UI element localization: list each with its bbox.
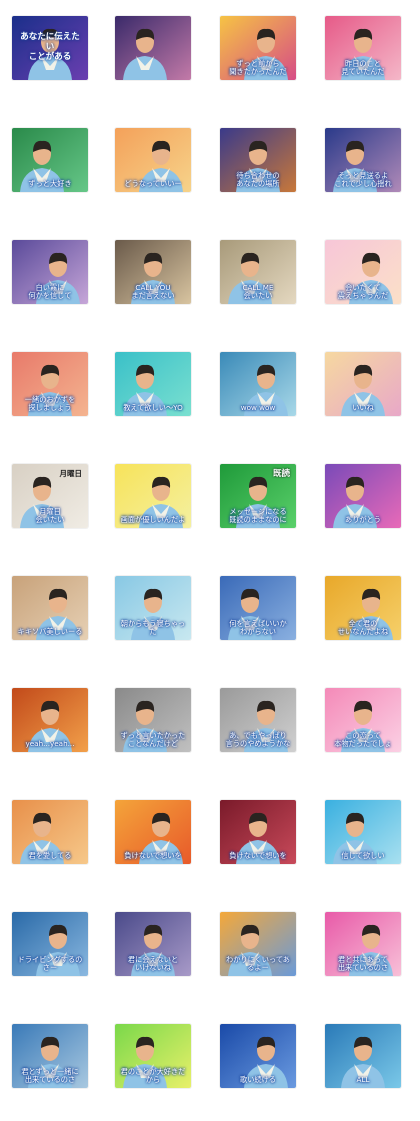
sticker-35[interactable]: わかりにくいってあるよー bbox=[220, 912, 296, 976]
sticker-34[interactable]: 君に会えないと いけないね bbox=[115, 912, 191, 976]
sticker-caption: どうなっていいー bbox=[124, 179, 182, 188]
sticker-2[interactable] bbox=[115, 16, 191, 80]
sticker-caption: yeah...yeah... bbox=[25, 739, 75, 748]
sticker-caption: キキソバ美しいーる bbox=[17, 627, 83, 636]
calendar-label: 月曜日 bbox=[59, 469, 83, 478]
sticker-4[interactable]: 昨日のこと 見ていたんだ bbox=[325, 16, 401, 80]
sticker-caption: 教えて欲しい～YO bbox=[123, 403, 183, 412]
sticker-grid: あなたに伝えたい ことがあるずっと前から 聞きたかったんだ 昨日のこと 見ていたん… bbox=[0, 0, 420, 1121]
sticker-20[interactable]: ありがとう bbox=[325, 464, 401, 528]
sticker-16[interactable]: いいね bbox=[325, 352, 401, 416]
sticker-18[interactable]: 画面が優しいんだよ bbox=[115, 464, 191, 528]
sticker-caption: 君とずっと一緒に 出来ているのさ bbox=[21, 1067, 79, 1084]
sticker-caption: 歌い続ける bbox=[240, 1075, 276, 1084]
sticker-caption: わかりにくいってあるよー bbox=[226, 955, 290, 972]
sticker-8[interactable]: そっと見送るよ これで少し心揺れ bbox=[325, 128, 401, 192]
sticker-1[interactable]: あなたに伝えたい ことがある bbox=[12, 16, 88, 80]
sticker-13[interactable]: 一緒のおかずを 探しましょう bbox=[12, 352, 88, 416]
sticker-caption: CALL ME 会いたい bbox=[242, 283, 274, 300]
sticker-caption: 何を言えばいいか わからない bbox=[229, 619, 287, 636]
sticker-caption: 君のことが大好きだから bbox=[120, 1067, 186, 1084]
sticker-caption: ずっと大好き bbox=[28, 179, 72, 188]
sticker-caption: 会いたくて 震えちゃうんだ bbox=[337, 283, 389, 300]
sticker-caption: 全て君の せいなんだよね bbox=[337, 619, 389, 636]
sticker-caption: 画面が優しいんだよ bbox=[120, 515, 186, 524]
sticker-33[interactable]: ドライビングするのさー bbox=[12, 912, 88, 976]
sticker-caption: メッセージになる 既読のままなのに bbox=[229, 507, 287, 524]
sticker-40[interactable]: ALL bbox=[325, 1024, 401, 1088]
sticker-caption: wow wow bbox=[240, 403, 276, 412]
sticker-caption: ありがとう bbox=[345, 515, 381, 524]
sticker-27[interactable]: あ、でもやっぱり 言うのやめようかな bbox=[220, 688, 296, 752]
sticker-caption: 信じて欲しい bbox=[341, 851, 385, 860]
sticker-25[interactable]: yeah...yeah... bbox=[12, 688, 88, 752]
sticker-caption: 君に会えないと いけないね bbox=[127, 955, 179, 972]
sticker-title: あなたに伝えたい ことがある bbox=[20, 32, 80, 62]
sticker-24[interactable]: 全て君の せいなんだよね bbox=[325, 576, 401, 640]
sticker-caption: 君と共にあって 出来ているのさ bbox=[337, 955, 389, 972]
sticker-9[interactable]: 白い霧に 何かを信じて bbox=[12, 240, 88, 304]
sticker-caption: ずっと前から 聞きたかったんだ bbox=[229, 59, 287, 76]
sticker-10[interactable]: CALL YOU まだ言えない bbox=[115, 240, 191, 304]
sticker-30[interactable]: 負けないで想いを bbox=[115, 800, 191, 864]
sticker-19[interactable]: 既読メッセージになる 既読のままなのに bbox=[220, 464, 296, 528]
sticker-caption: ずっと言いたかった ことなんだけど bbox=[120, 731, 186, 748]
sticker-14[interactable]: 教えて欲しい～YO bbox=[115, 352, 191, 416]
sticker-37[interactable]: 君とずっと一緒に 出来ているのさ bbox=[12, 1024, 88, 1088]
read-sign: 既読 bbox=[272, 469, 290, 479]
sticker-caption: いいね bbox=[352, 403, 374, 412]
sticker-caption: 負けないで想いを bbox=[229, 851, 287, 860]
sticker-39[interactable]: 歌い続ける bbox=[220, 1024, 296, 1088]
sticker-6[interactable]: どうなっていいー bbox=[115, 128, 191, 192]
sticker-32[interactable]: 信じて欲しい bbox=[325, 800, 401, 864]
sticker-caption: 昨日のこと 見ていたんだ bbox=[341, 59, 385, 76]
sticker-15[interactable]: wow wow bbox=[220, 352, 296, 416]
sticker-38[interactable]: 君のことが大好きだから bbox=[115, 1024, 191, 1088]
sticker-caption: 朝からもう寝ちゃった bbox=[120, 619, 186, 636]
sticker-36[interactable]: 君と共にあって 出来ているのさ bbox=[325, 912, 401, 976]
sticker-28[interactable]: この恋って 本物だったでしょ bbox=[325, 688, 401, 752]
sticker-caption: ドライビングするのさー bbox=[17, 955, 83, 972]
sticker-3[interactable]: ずっと前から 聞きたかったんだ bbox=[220, 16, 296, 80]
sticker-17[interactable]: 月曜日月曜日 会いたい bbox=[12, 464, 88, 528]
sticker-7[interactable]: 待ち合わせの あなたの場所 bbox=[220, 128, 296, 192]
sticker-caption: 一緒のおかずを 探しましょう bbox=[24, 395, 76, 412]
sticker-illustration bbox=[115, 16, 191, 80]
sticker-caption: 白い霧に 何かを信じて bbox=[28, 283, 72, 300]
sticker-26[interactable]: ずっと言いたかった ことなんだけど bbox=[115, 688, 191, 752]
sticker-caption: ALL bbox=[356, 1075, 370, 1084]
sticker-caption: そっと見送るよ これで少し心揺れ bbox=[334, 171, 392, 188]
sticker-caption: 月曜日 会いたい bbox=[35, 507, 65, 524]
sticker-29[interactable]: 君を愛してる bbox=[12, 800, 88, 864]
sticker-21[interactable]: キキソバ美しいーる bbox=[12, 576, 88, 640]
sticker-caption: CALL YOU まだ言えない bbox=[131, 283, 175, 300]
sticker-22[interactable]: 朝からもう寝ちゃった bbox=[115, 576, 191, 640]
sticker-caption: 負けないで想いを bbox=[124, 851, 182, 860]
sticker-caption: 待ち合わせの あなたの場所 bbox=[236, 171, 280, 188]
sticker-caption: この恋って 本物だったでしょ bbox=[334, 731, 392, 748]
sticker-31[interactable]: 負けないで想いを bbox=[220, 800, 296, 864]
sticker-5[interactable]: ずっと大好き bbox=[12, 128, 88, 192]
sticker-12[interactable]: 会いたくて 震えちゃうんだ bbox=[325, 240, 401, 304]
sticker-23[interactable]: 何を言えばいいか わからない bbox=[220, 576, 296, 640]
sticker-caption: あ、でもやっぱり 言うのやめようかな bbox=[225, 731, 291, 748]
sticker-11[interactable]: CALL ME 会いたい bbox=[220, 240, 296, 304]
sticker-caption: 君を愛してる bbox=[28, 851, 72, 860]
